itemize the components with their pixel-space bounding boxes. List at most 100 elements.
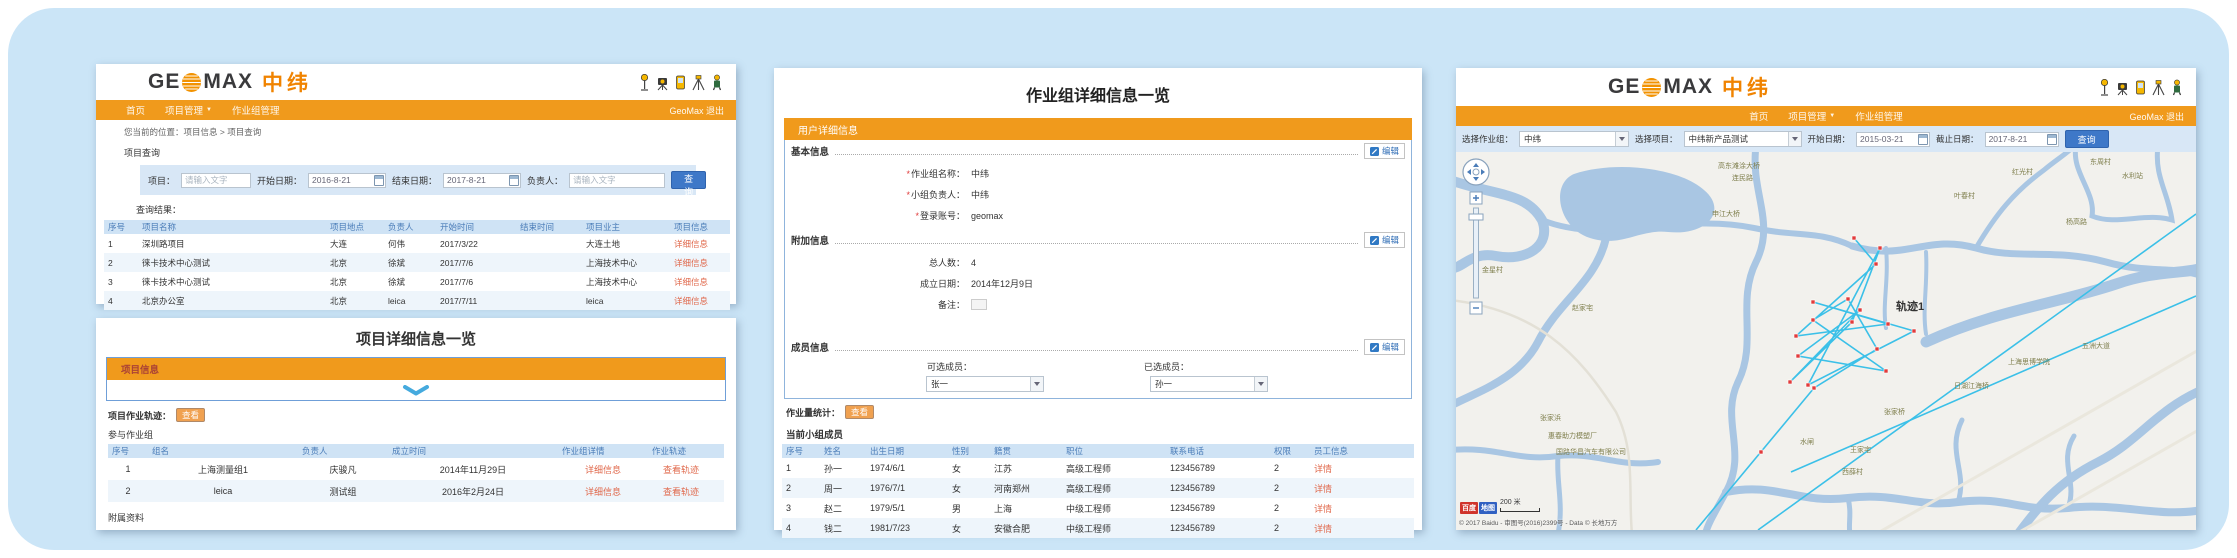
chevron-down-icon <box>1788 132 1801 146</box>
cell: 何伟 <box>384 238 436 250</box>
cell: 4 <box>782 523 820 533</box>
cell: 徕卡技术中心测试 <box>138 257 326 269</box>
nav-item-workgroups[interactable]: 作业组管理 <box>232 103 280 117</box>
detail-link[interactable]: 详细信息 <box>558 463 648 476</box>
results-label: 查询结果： <box>136 203 736 216</box>
detail-link[interactable]: 详情 <box>1310 462 1410 475</box>
cell: 2 <box>782 483 820 493</box>
cell: 上海测量组1 <box>148 463 298 476</box>
project-name-input[interactable] <box>181 173 251 188</box>
nav-item-workgroups[interactable]: 作业组管理 <box>1855 109 1903 123</box>
cell: 孙一 <box>820 462 866 475</box>
search-button[interactable]: 查询 <box>671 171 706 189</box>
page-title: 项目详细信息一览 <box>96 318 736 349</box>
cell: 徐斌 <box>384 276 436 288</box>
cell: 北京 <box>326 295 384 307</box>
chevron-down-icon <box>1615 132 1628 146</box>
selected-members-label: 已选成员： <box>1144 360 1189 373</box>
detail-link[interactable]: 详细信息 <box>558 485 648 498</box>
selected-members-select[interactable]: 孙一 <box>1150 376 1268 392</box>
map[interactable]: 高东滩涂大桥连民路叶春村东周村水利站申江大桥红光村杨高路金星村赵家宅张家浜上海思… <box>1456 152 2196 530</box>
project-info-box: 项目信息 <box>106 357 726 401</box>
project-info-bar: 项目信息 <box>107 358 725 380</box>
project-results-table: 序号 项目名称 项目地点 负责人 开始时间 结束时间 项目业主 项目信息 1深圳… <box>104 220 730 310</box>
project-select[interactable]: 中纬新产品测试 <box>1684 131 1802 147</box>
svg-text:水闸: 水闸 <box>1800 437 1814 446</box>
field-label: 备注： <box>938 300 965 310</box>
cell: 庆骏凡 <box>298 463 388 476</box>
table-row: 2leica测试组2016年2月24日详细信息查看轨迹 <box>108 480 724 502</box>
workgroup-select[interactable]: 中纬 <box>1519 131 1629 147</box>
calendar-icon[interactable] <box>2047 134 2057 145</box>
cell: 2 <box>1270 483 1310 493</box>
map-canvas[interactable]: 高东滩涂大桥连民路叶春村东周村水利站申江大桥红光村杨高路金星村赵家宅张家浜上海思… <box>1456 152 2196 530</box>
field-label: 作业组名称： <box>911 169 965 179</box>
pencil-icon <box>1370 236 1379 245</box>
baidu-logo: 百度地图 <box>1460 502 1497 514</box>
logout-link[interactable]: GeoMax 退出 <box>669 104 724 117</box>
detail-link[interactable]: 详细信息 <box>670 257 726 269</box>
cell: 女 <box>948 522 990 535</box>
calendar-icon[interactable] <box>1918 134 1928 145</box>
detail-link[interactable]: 详情 <box>1310 522 1410 535</box>
detail-link[interactable]: 详细信息 <box>670 238 726 250</box>
available-members-select[interactable]: 张一 <box>926 376 1044 392</box>
calendar-icon[interactable] <box>374 175 384 186</box>
controller-icon <box>674 74 687 91</box>
cell: 江苏 <box>990 462 1062 475</box>
equipment-icons <box>638 74 724 91</box>
nav-item-home[interactable]: 首页 <box>126 103 145 117</box>
cell: 123456789 <box>1166 463 1270 473</box>
nav-item-projects[interactable]: 项目管理▼ <box>165 103 212 117</box>
cell: 测试组 <box>298 485 388 498</box>
edit-basic-button[interactable]: 编辑 <box>1364 143 1405 159</box>
section-members: 成员信息 编辑 <box>785 336 1411 354</box>
nav-item-home[interactable]: 首页 <box>1749 109 1768 123</box>
field-value: 2014年12月9日 <box>971 277 1033 290</box>
logo-text-max: MAX <box>203 70 253 94</box>
search-button[interactable]: 查询 <box>2065 130 2109 148</box>
logo-text-ge: GE <box>1608 75 1640 99</box>
cell: 徕卡技术中心测试 <box>138 276 326 288</box>
zoom-slider-knob[interactable] <box>1469 214 1483 220</box>
detail-link[interactable]: 详情 <box>1310 502 1410 515</box>
detail-link[interactable]: 详情 <box>1310 482 1410 495</box>
svg-text:日湖江海桥: 日湖江海桥 <box>1954 381 1989 390</box>
app-header: GE MAX 中纬 <box>1456 68 2196 106</box>
main-nav: 首页 项目管理▼ 作业组管理 GeoMax 退出 <box>96 100 736 120</box>
track-link[interactable]: 查看轨迹 <box>648 463 714 476</box>
view-track-button[interactable]: 查看 <box>176 408 205 422</box>
gnss-rover-icon <box>638 74 651 91</box>
page-title: 作业组详细信息一览 <box>774 68 1422 106</box>
owner-input[interactable] <box>569 173 665 188</box>
field-value: 4 <box>971 258 976 268</box>
cell: 123456789 <box>1166 483 1270 493</box>
surveyor-icon <box>710 74 724 91</box>
expand-row[interactable] <box>107 380 725 400</box>
cell: 1974/6/1 <box>866 463 948 473</box>
detail-link[interactable]: 详细信息 <box>670 295 726 307</box>
cell: 1981/7/23 <box>866 523 948 533</box>
cell: 徐斌 <box>384 257 436 269</box>
svg-text:张家桥: 张家桥 <box>1884 407 1905 416</box>
panel-map-tracks: GE MAX 中纬 首页 项目管理▼ 作业组管理 GeoMax 退出 选择作业组… <box>1456 68 2196 530</box>
nav-item-projects[interactable]: 项目管理▼ <box>1788 109 1835 123</box>
svg-text:水利站: 水利站 <box>2122 171 2143 180</box>
logout-link[interactable]: GeoMax 退出 <box>2129 110 2184 123</box>
available-members-label: 可选成员： <box>927 360 972 373</box>
edit-members-button[interactable]: 编辑 <box>1364 339 1405 355</box>
edit-extra-button[interactable]: 编辑 <box>1364 232 1405 248</box>
map-pan-control[interactable] <box>1463 159 1489 185</box>
view-stats-button[interactable]: 查看 <box>845 405 874 419</box>
track-link[interactable]: 查看轨迹 <box>648 485 714 498</box>
app-header: GE MAX 中纬 <box>96 64 736 100</box>
controller-icon <box>2134 79 2147 96</box>
remark-box[interactable] <box>971 299 987 310</box>
start-date-field <box>308 173 386 188</box>
attachments-label: 附属资料 <box>108 511 736 524</box>
calendar-icon[interactable] <box>509 175 519 186</box>
svg-text:红光村: 红光村 <box>2012 167 2033 176</box>
required-mark: * <box>915 211 919 221</box>
svg-text:杨高路: 杨高路 <box>2066 217 2087 226</box>
detail-link[interactable]: 详细信息 <box>670 276 726 288</box>
